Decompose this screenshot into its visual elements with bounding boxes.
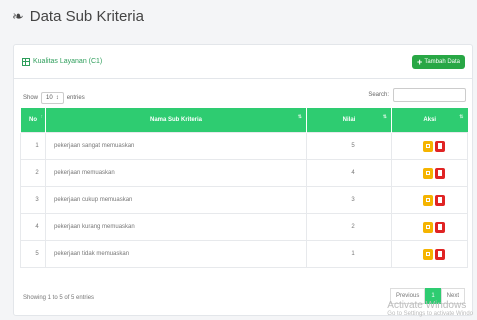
column-header-aksi[interactable]: Aksi ⇅ <box>391 108 468 133</box>
table-info: Showing 1 to 5 of 5 entries <box>23 295 95 301</box>
watermark-subtitle: Go to Settings to activate Windo <box>387 311 473 317</box>
delete-icon[interactable] <box>434 194 445 206</box>
table-row: 2 pekerjaan memuaskan 4 <box>20 159 468 187</box>
plus-icon: + <box>417 56 423 67</box>
edit-icon[interactable] <box>422 167 433 179</box>
cell-no: 2 <box>20 159 46 187</box>
users-icon: ❧ <box>12 8 24 24</box>
cell-no: 4 <box>20 213 46 241</box>
cell-actions <box>391 186 468 214</box>
cell-actions <box>391 159 468 187</box>
search-label: Search: <box>368 92 389 98</box>
table-icon <box>22 57 30 66</box>
entries-length: Show 10 ↕ entries <box>23 92 85 104</box>
cell-name: pekerjaan kurang memuaskan <box>45 213 307 241</box>
add-data-label: Tambah Data <box>424 58 460 65</box>
cell-no: 5 <box>20 240 46 268</box>
select-arrows-icon: ↕ <box>55 95 59 101</box>
card-title-text: Kualitas Layanan (C1) <box>33 58 103 65</box>
table-header-row: No ↑ Nama Sub Kriteria ⇅ Nilai ⇅ Aksi ⇅ <box>20 108 468 133</box>
edit-icon[interactable] <box>422 194 433 206</box>
table-row: 3 pekerjaan cukup memuaskan 3 <box>20 186 468 214</box>
search-input[interactable] <box>393 88 466 102</box>
cell-name: pekerjaan sangat memuaskan <box>45 132 307 160</box>
delete-icon[interactable] <box>434 140 445 152</box>
delete-icon[interactable] <box>434 248 445 260</box>
delete-icon[interactable] <box>434 221 445 233</box>
table-controls: Show 10 ↕ entries Search: <box>23 88 466 104</box>
activation-watermark: Activate Windows Go to Settings to activ… <box>387 300 473 317</box>
cell-name: pekerjaan cukup memuaskan <box>45 186 307 214</box>
page-title: Data Sub Kriteria <box>29 8 144 25</box>
cell-nilai: 3 <box>306 186 392 214</box>
table-row: 4 pekerjaan kurang memuaskan 2 <box>20 213 468 241</box>
search-box: Search: <box>368 88 466 102</box>
column-header-no[interactable]: No ↑ <box>20 108 46 133</box>
entries-select[interactable]: 10 ↕ <box>41 92 64 104</box>
cell-name: pekerjaan tidak memuaskan <box>45 240 307 268</box>
cell-nilai: 2 <box>306 213 392 241</box>
table-row: 5 pekerjaan tidak memuaskan 1 <box>20 240 468 268</box>
sort-icon: ↑ <box>40 114 44 120</box>
cell-nilai: 5 <box>306 132 392 160</box>
edit-icon[interactable] <box>422 221 433 233</box>
edit-icon[interactable] <box>422 140 433 152</box>
cell-nilai: 1 <box>306 240 392 268</box>
sub-criteria-table: No ↑ Nama Sub Kriteria ⇅ Nilai ⇅ Aksi ⇅ 1 pe… <box>20 108 468 268</box>
table-row: 1 pekerjaan sangat memuaskan 5 <box>20 132 468 160</box>
cell-no: 1 <box>20 132 46 160</box>
show-label: Show <box>23 95 39 101</box>
card-title: Kualitas Layanan (C1) <box>22 57 103 66</box>
cell-nilai: 4 <box>306 159 392 187</box>
data-card: Kualitas Layanan (C1) + Tambah Data Show… <box>13 44 473 316</box>
add-data-button[interactable]: + Tambah Data <box>412 54 465 69</box>
sort-icon: ⇅ <box>297 114 302 120</box>
sort-icon: ⇅ <box>382 114 387 120</box>
cell-no: 3 <box>20 186 46 214</box>
cell-actions <box>391 240 468 268</box>
delete-icon[interactable] <box>434 167 445 179</box>
page-header: ❧ Data Sub Kriteria <box>12 8 144 25</box>
cell-actions <box>391 132 468 160</box>
entries-value: 10 <box>46 95 53 101</box>
cell-name: pekerjaan memuaskan <box>45 159 307 187</box>
entries-label: entries <box>66 95 85 101</box>
card-header: Kualitas Layanan (C1) + Tambah Data <box>14 45 472 79</box>
watermark-title: Activate Windows <box>387 300 467 311</box>
cell-actions <box>391 213 468 241</box>
column-header-nilai[interactable]: Nilai ⇅ <box>306 108 392 133</box>
edit-icon[interactable] <box>422 248 433 260</box>
sort-icon: ⇅ <box>459 114 464 120</box>
column-header-name[interactable]: Nama Sub Kriteria ⇅ <box>45 108 307 133</box>
